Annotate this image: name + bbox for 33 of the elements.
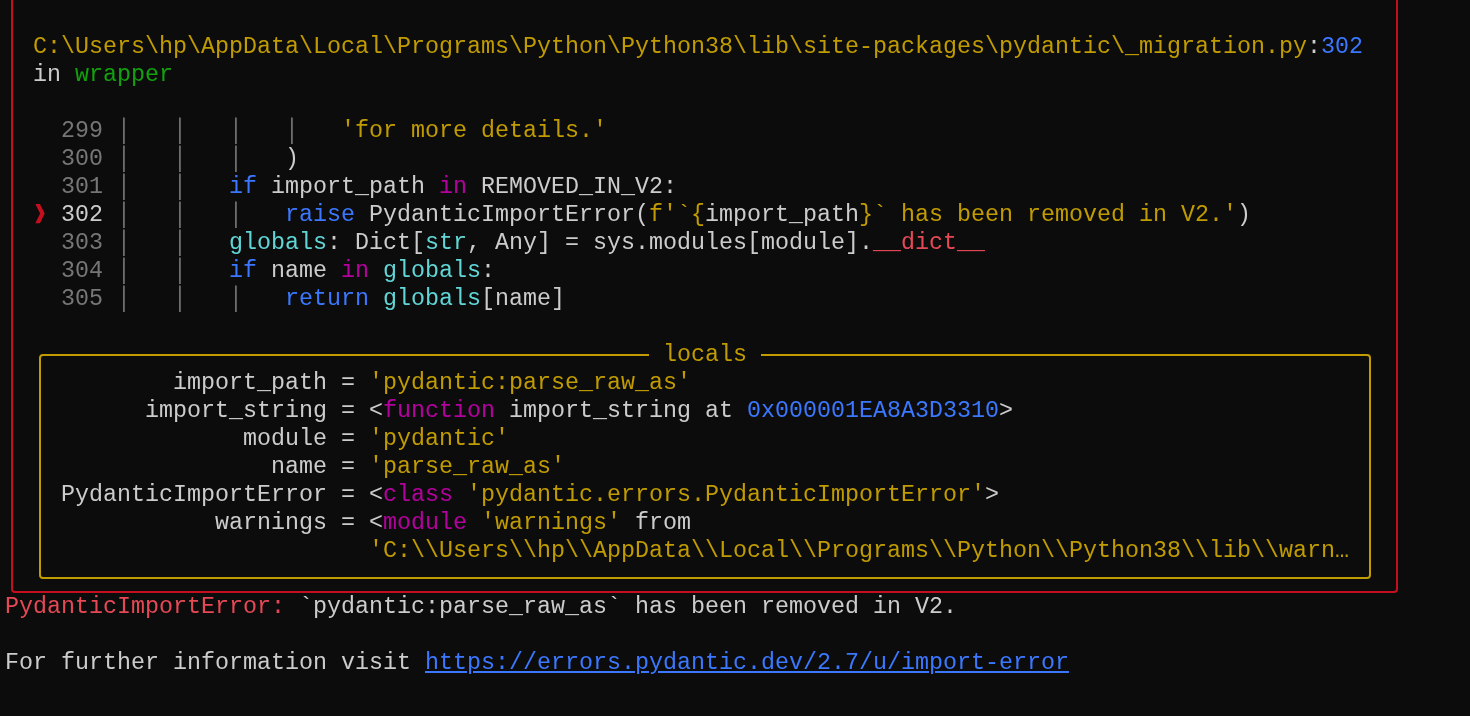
line-number: 302	[61, 201, 103, 229]
variable-name: module	[242, 425, 327, 453]
info-text: For further information visit https://errors.pydantic.dev/2.7/u/import-error	[4, 649, 1069, 677]
current-line-marker: ❱	[33, 201, 49, 229]
frame-location: in wrapper	[33, 61, 173, 89]
code-line: │ │ │ )	[117, 145, 299, 173]
variable-name: import_string	[144, 397, 327, 425]
variable-name: PydanticImportError	[61, 481, 327, 509]
variable-value: = <module 'warnings' from	[341, 509, 691, 537]
code-line: │ │ if name in globals:	[117, 257, 495, 285]
code-line: │ │ globals: Dict[str, Any] = sys.modules[module].__dict__	[117, 229, 985, 257]
error-message: PydanticImportError: `pydantic:parse_raw_as` has been removed in V2.	[4, 593, 957, 621]
line-number: 303	[61, 229, 103, 257]
error-docs-link[interactable]: https://errors.pydantic.dev/2.7/u/import-error	[425, 650, 1069, 676]
variable-value: 'C:\\Users\\hp\\AppData\\Local\\Programs\\Python\\Python38\\lib\\warn…	[369, 537, 1349, 565]
variable-value: = 'pydantic:parse_raw_as'	[341, 369, 691, 397]
line-number: 301	[61, 173, 103, 201]
variable-value: = <function import_string at 0x000001EA8A3D3310>	[341, 397, 1013, 425]
code-line: │ │ if import_path in REMOVED_IN_V2:	[117, 173, 677, 201]
variable-name: name	[270, 453, 327, 481]
variable-name: warnings	[214, 509, 327, 537]
line-number: 304	[61, 257, 103, 285]
line-number: 305	[61, 285, 103, 313]
variable-name: import_path	[172, 369, 327, 397]
variable-value: = 'pydantic'	[341, 425, 509, 453]
code-line: │ │ │ │ 'for more details.'	[117, 117, 607, 145]
frame-location: C:\Users\hp\AppData\Local\Programs\Python\Python38\lib\site-packages\pydantic\_migration.py:302	[33, 33, 1363, 61]
line-number: 299	[61, 117, 103, 145]
code-line: │ │ │ return globals[name]	[117, 285, 565, 313]
variable-value: = 'parse_raw_as'	[341, 453, 565, 481]
code-line: │ │ │ raise PydanticImportError(f'`{import_path}` has been removed in V2.')	[117, 201, 1251, 229]
line-number: 300	[61, 145, 103, 173]
variable-value: = <class 'pydantic.errors.PydanticImportError'>	[341, 481, 999, 509]
